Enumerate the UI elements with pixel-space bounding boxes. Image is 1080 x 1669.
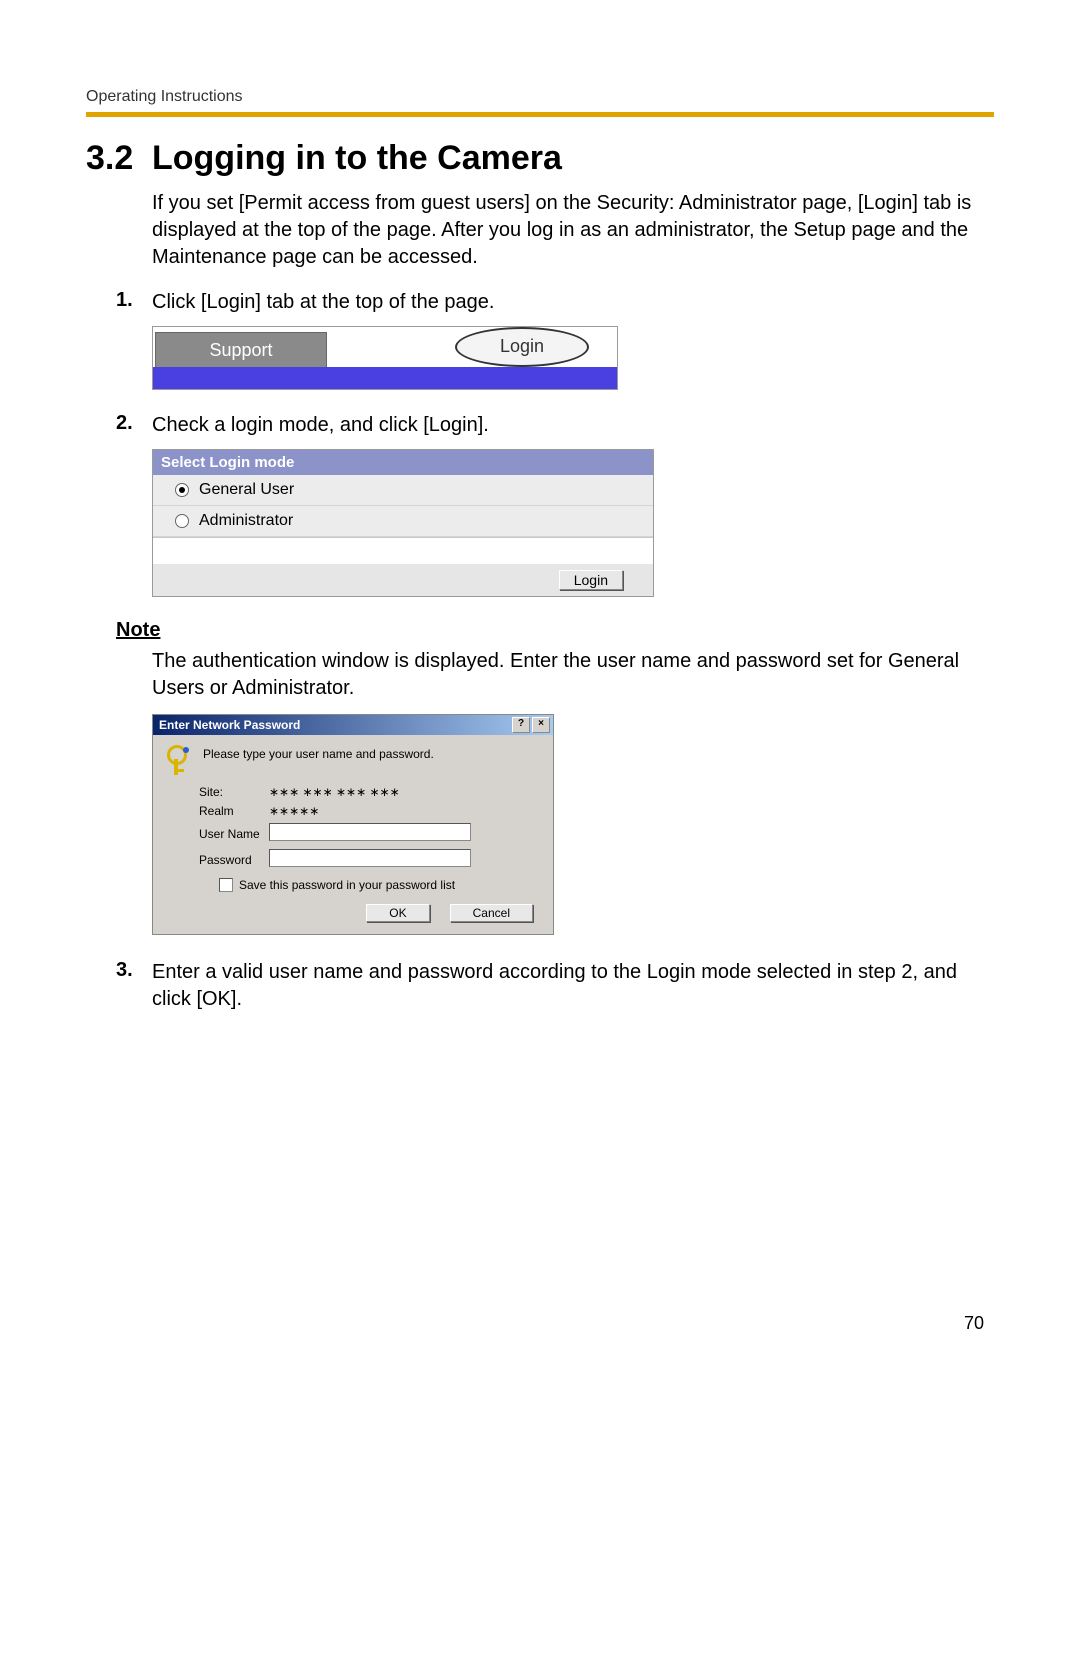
save-password-checkbox[interactable] — [219, 878, 233, 892]
ok-button[interactable]: OK — [366, 904, 429, 922]
username-label: User Name — [199, 827, 269, 841]
username-input[interactable] — [269, 823, 471, 841]
step-2-number: 2. — [116, 412, 152, 439]
help-icon[interactable]: ? — [512, 717, 530, 733]
save-password-label: Save this password in your password list — [239, 878, 455, 892]
realm-label: Realm — [199, 804, 269, 818]
password-label: Password — [199, 853, 269, 867]
cancel-button[interactable]: Cancel — [450, 904, 533, 922]
site-label: Site: — [199, 785, 269, 799]
header-rule — [86, 112, 994, 117]
tab-support[interactable]: Support — [155, 332, 327, 367]
dialog-title: Enter Network Password — [159, 718, 510, 732]
dialog-titlebar: Enter Network Password ? × — [153, 715, 553, 735]
option-administrator-label: Administrator — [199, 512, 293, 530]
tab-strip — [153, 367, 617, 389]
tab-login[interactable]: Login — [455, 327, 589, 367]
option-general-user[interactable]: General User — [153, 475, 653, 506]
step-3-number: 3. — [116, 959, 152, 1013]
step-2: 2. Check a login mode, and click [Login]… — [116, 412, 994, 439]
step-1-text: Click [Login] tab at the top of the page… — [152, 289, 494, 316]
option-general-user-label: General User — [199, 481, 294, 499]
step-3-text: Enter a valid user name and password acc… — [152, 959, 994, 1013]
site-value: ∗∗∗ ∗∗∗ ∗∗∗ ∗∗∗ — [269, 785, 539, 799]
note-heading: Note — [116, 619, 994, 642]
key-icon — [165, 745, 193, 775]
step-3: 3. Enter a valid user name and password … — [116, 959, 994, 1013]
section-heading-text: Logging in to the Camera — [152, 139, 562, 177]
login-button[interactable]: Login — [559, 570, 623, 590]
section-title: 3.2Logging in to the Camera — [86, 139, 994, 178]
radio-general-user[interactable] — [175, 483, 189, 497]
step-1: 1. Click [Login] tab at the top of the p… — [116, 289, 994, 316]
section-intro: If you set [Permit access from guest use… — [152, 190, 994, 271]
close-icon[interactable]: × — [532, 717, 550, 733]
figure-tabs: Support Login — [152, 326, 994, 390]
figure-login-mode: Select Login mode General User Administr… — [152, 449, 994, 597]
option-administrator[interactable]: Administrator — [153, 506, 653, 537]
radio-administrator[interactable] — [175, 514, 189, 528]
step-1-number: 1. — [116, 289, 152, 316]
step-2-text: Check a login mode, and click [Login]. — [152, 412, 489, 439]
figure-auth-dialog: Enter Network Password ? × Please type y… — [152, 714, 554, 935]
password-input[interactable] — [269, 849, 471, 867]
login-mode-title: Select Login mode — [153, 450, 653, 475]
section-number: 3.2 — [86, 139, 152, 178]
running-head: Operating Instructions — [86, 88, 994, 106]
note-body: The authentication window is displayed. … — [152, 648, 994, 702]
dialog-prompt: Please type your user name and password. — [203, 745, 434, 761]
page-number: 70 — [86, 1313, 994, 1334]
realm-value: ∗∗∗∗∗ — [269, 804, 539, 818]
